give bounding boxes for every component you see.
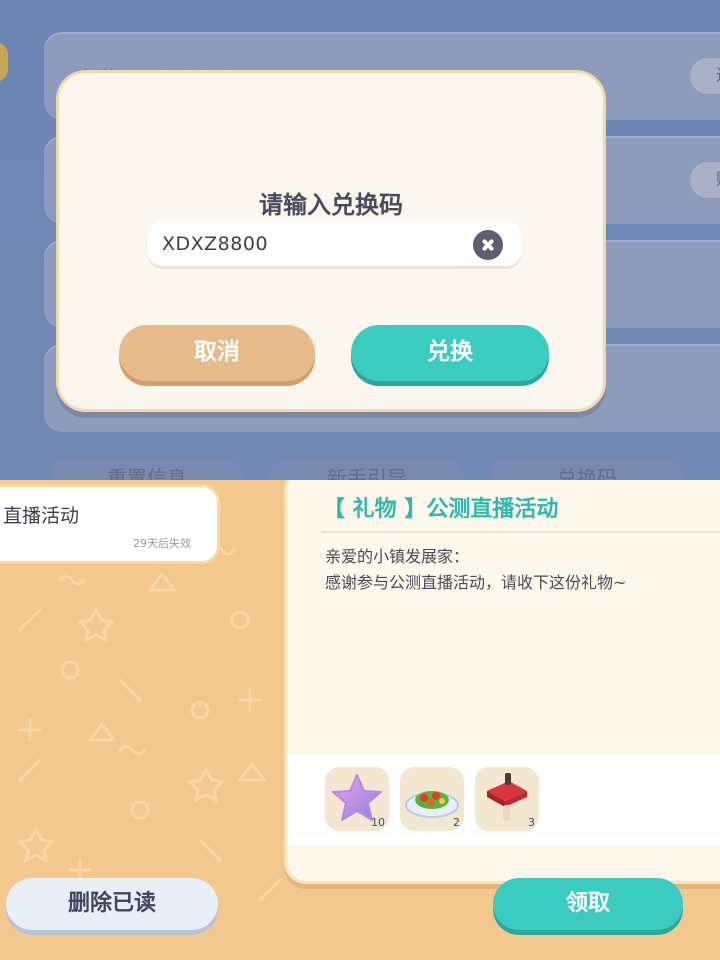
redeem-code-button[interactable]: 兑换码 [490, 458, 684, 480]
reward-quantity: 3 [528, 816, 535, 829]
mail-item-title: 直播活动 [3, 505, 80, 527]
account-button[interactable]: 账 [690, 162, 720, 198]
mail-screen: 直播活动 29天后失效 【 礼物 】公测直播活动 亲爱的小镇发展家： 感谢参与公… [0, 480, 720, 960]
mail-detail-panel: 【 礼物 】公测直播活动 亲爱的小镇发展家： 感谢参与公测直播活动，请收下这份礼… [284, 480, 720, 884]
reset-info-button[interactable]: 重置信息 [50, 458, 244, 480]
mail-greeting: 亲爱的小镇发展家： [325, 547, 470, 566]
redeem-code-input[interactable]: XDXZ8800 [148, 221, 521, 269]
mail-list-item[interactable]: 直播活动 29天后失效 [0, 484, 220, 564]
redeem-code-value: XDXZ8800 [162, 233, 269, 255]
reward-item[interactable]: 3 [475, 767, 539, 831]
reward-item[interactable]: 2 [400, 767, 464, 831]
redeem-code-dialog: 请输入兑换码 XDXZ8800 取消 兑换 [56, 70, 606, 412]
redeem-button[interactable]: 兑换 [351, 325, 549, 381]
mail-item-expire: 29天后失效 [133, 537, 191, 550]
reward-item[interactable]: 10 [325, 767, 389, 831]
cancel-button[interactable]: 取消 [119, 325, 315, 381]
clear-input-icon[interactable] [473, 230, 503, 260]
coin-icon [0, 42, 8, 82]
reward-quantity: 10 [371, 816, 385, 829]
tutorial-button[interactable]: 新手引导 [270, 458, 464, 480]
mail-body: 感谢参与公测直播活动，请收下这份礼物~ [325, 573, 627, 592]
return-button[interactable]: 返 [690, 58, 720, 94]
reward-list: 10 2 3 [287, 755, 720, 845]
delete-read-button[interactable]: 删除已读 [6, 878, 218, 930]
claim-button[interactable]: 领取 [493, 878, 683, 930]
divider [321, 531, 720, 533]
mail-detail-title: 【 礼物 】公测直播活动 [323, 497, 559, 522]
reward-quantity: 2 [453, 816, 460, 829]
settings-screen: 出道ID：200316 返 账 重置信息 新手引导 兑换码 请输入兑换码 XDX… [0, 0, 720, 480]
dialog-title: 请输入兑换码 [259, 191, 403, 219]
